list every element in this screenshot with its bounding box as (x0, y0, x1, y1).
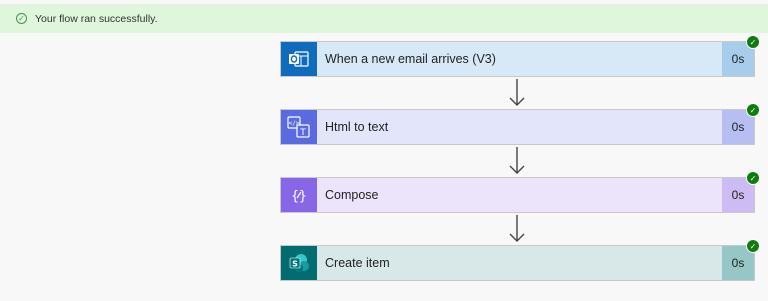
banner-message: Your flow ran successfully. (35, 12, 158, 25)
connector-arrow (509, 79, 525, 106)
step-success-check-icon: ✓ (746, 171, 760, 185)
success-check-icon: ✓ (16, 13, 27, 24)
svg-text:T: T (299, 128, 306, 138)
html-to-text-icon: </> T (281, 110, 317, 144)
step-success-check-icon: ✓ (746, 35, 760, 49)
connector-arrow (509, 215, 525, 242)
flow-step-html-to-text[interactable]: </> T Html to text 0s ✓ (280, 103, 760, 145)
success-banner: ✓ Your flow ran successfully. (0, 4, 768, 33)
step-title: Compose (325, 188, 379, 202)
step-title: Html to text (325, 120, 389, 134)
step-success-check-icon: ✓ (746, 239, 760, 253)
svg-text:S: S (292, 260, 298, 269)
compose-icon: {} (281, 178, 317, 212)
step-title: When a new email arrives (V3) (325, 52, 496, 66)
sharepoint-icon: S (281, 246, 317, 280)
flow-step-email-trigger[interactable]: When a new email arrives (V3) 0s ✓ (280, 35, 760, 77)
connector-arrow (509, 147, 525, 174)
flow-step-compose[interactable]: {} Compose 0s ✓ (280, 171, 760, 213)
step-success-check-icon: ✓ (746, 103, 760, 117)
flow-step-create-item[interactable]: S Create item 0s ✓ (280, 239, 760, 281)
step-title: Create item (325, 256, 390, 270)
outlook-icon (281, 42, 317, 76)
